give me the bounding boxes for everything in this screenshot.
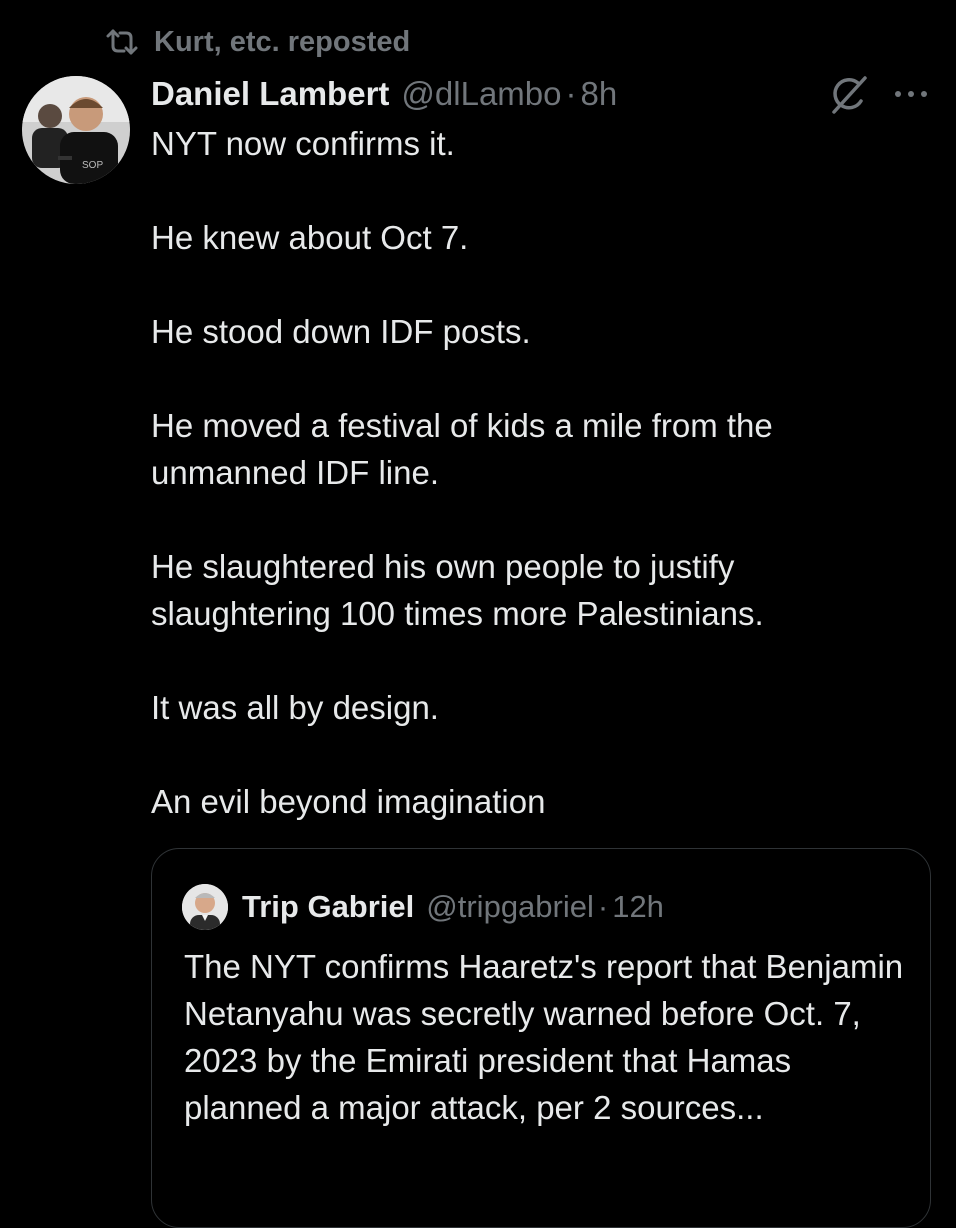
quote-separator-dot: · bbox=[597, 889, 609, 924]
tweet-paragraph: He knew about Oct 7. bbox=[151, 219, 469, 256]
quote-author-name[interactable]: Trip Gabriel bbox=[242, 889, 414, 925]
grok-icon[interactable] bbox=[828, 74, 870, 116]
tweet-paragraph: NYT now confirms it. bbox=[151, 125, 455, 162]
quote-author-handle[interactable]: @tripgabriel bbox=[426, 889, 594, 925]
author-name[interactable]: Daniel Lambert bbox=[151, 75, 389, 113]
avatar-photo: SOP bbox=[22, 76, 130, 184]
svg-text:SOP: SOP bbox=[82, 160, 103, 171]
tweet-paragraph: It was all by design. bbox=[151, 689, 439, 726]
tweet-paragraph: He stood down IDF posts. bbox=[151, 313, 531, 350]
tweet-paragraph: An evil beyond imagination bbox=[151, 783, 546, 820]
separator-dot: · bbox=[565, 75, 577, 112]
quote-header: Trip Gabriel @tripgabriel · 12h bbox=[182, 884, 664, 930]
author-handle[interactable]: @dlLambo bbox=[401, 75, 561, 113]
tweet-paragraph: He slaughtered his own people to justify… bbox=[151, 548, 764, 632]
quote-author-avatar[interactable] bbox=[182, 884, 228, 930]
quote-body: The NYT confirms Haaretz's report that B… bbox=[184, 948, 904, 1126]
tweet-body: NYT now confirms it. He knew about Oct 7… bbox=[151, 120, 911, 825]
tweet-paragraph: He moved a festival of kids a mile from … bbox=[151, 407, 773, 491]
author-avatar[interactable]: SOP bbox=[22, 76, 130, 184]
tweet-time[interactable]: 8h bbox=[581, 75, 618, 113]
repost-icon bbox=[106, 29, 138, 55]
quoted-tweet-card[interactable]: Trip Gabriel @tripgabriel · 12h The NYT … bbox=[151, 848, 931, 1228]
quote-avatar-photo bbox=[182, 884, 228, 930]
repost-label: Kurt, etc. reposted bbox=[154, 25, 411, 58]
more-icon[interactable] bbox=[890, 84, 932, 104]
repost-indicator[interactable]: Kurt, etc. reposted bbox=[104, 22, 410, 62]
quote-time[interactable]: 12h bbox=[612, 889, 664, 925]
tweet-header: Daniel Lambert @dlLambo · 8h bbox=[151, 72, 617, 116]
